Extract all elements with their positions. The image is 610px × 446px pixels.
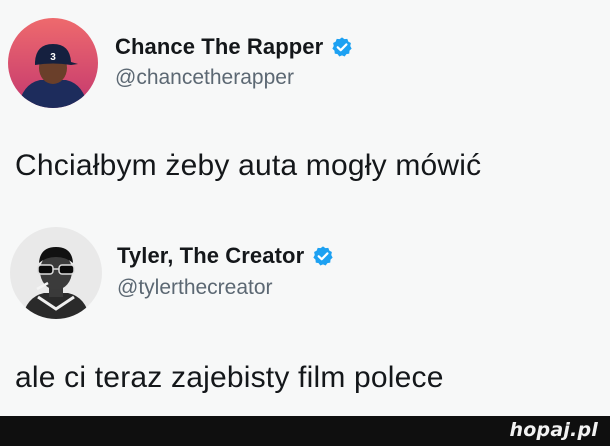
cap-number: 3 bbox=[50, 52, 56, 63]
display-name[interactable]: Tyler, The Creator bbox=[117, 243, 304, 269]
avatar-image: 3 bbox=[8, 18, 98, 108]
user-handle[interactable]: @chancetherapper bbox=[115, 66, 294, 90]
author-name-row: Chance The Rapper bbox=[115, 34, 353, 60]
display-name[interactable]: Chance The Rapper bbox=[115, 34, 323, 60]
site-watermark[interactable]: hopaj.pl bbox=[510, 419, 598, 441]
verified-badge-icon bbox=[313, 246, 333, 266]
user-avatar[interactable] bbox=[10, 227, 102, 319]
footer-bar: hopaj.pl bbox=[0, 416, 610, 446]
tweet-text: ale ci teraz zajebisty film polece bbox=[15, 361, 444, 394]
verified-badge-icon bbox=[332, 37, 352, 57]
tweet-text: Chciałbym żeby auta mogły mówić bbox=[15, 149, 482, 182]
user-handle[interactable]: @tylerthecreator bbox=[117, 276, 273, 300]
user-avatar[interactable]: 3 bbox=[8, 18, 98, 108]
author-name-row: Tyler, The Creator bbox=[117, 243, 334, 269]
avatar-image bbox=[10, 227, 102, 319]
